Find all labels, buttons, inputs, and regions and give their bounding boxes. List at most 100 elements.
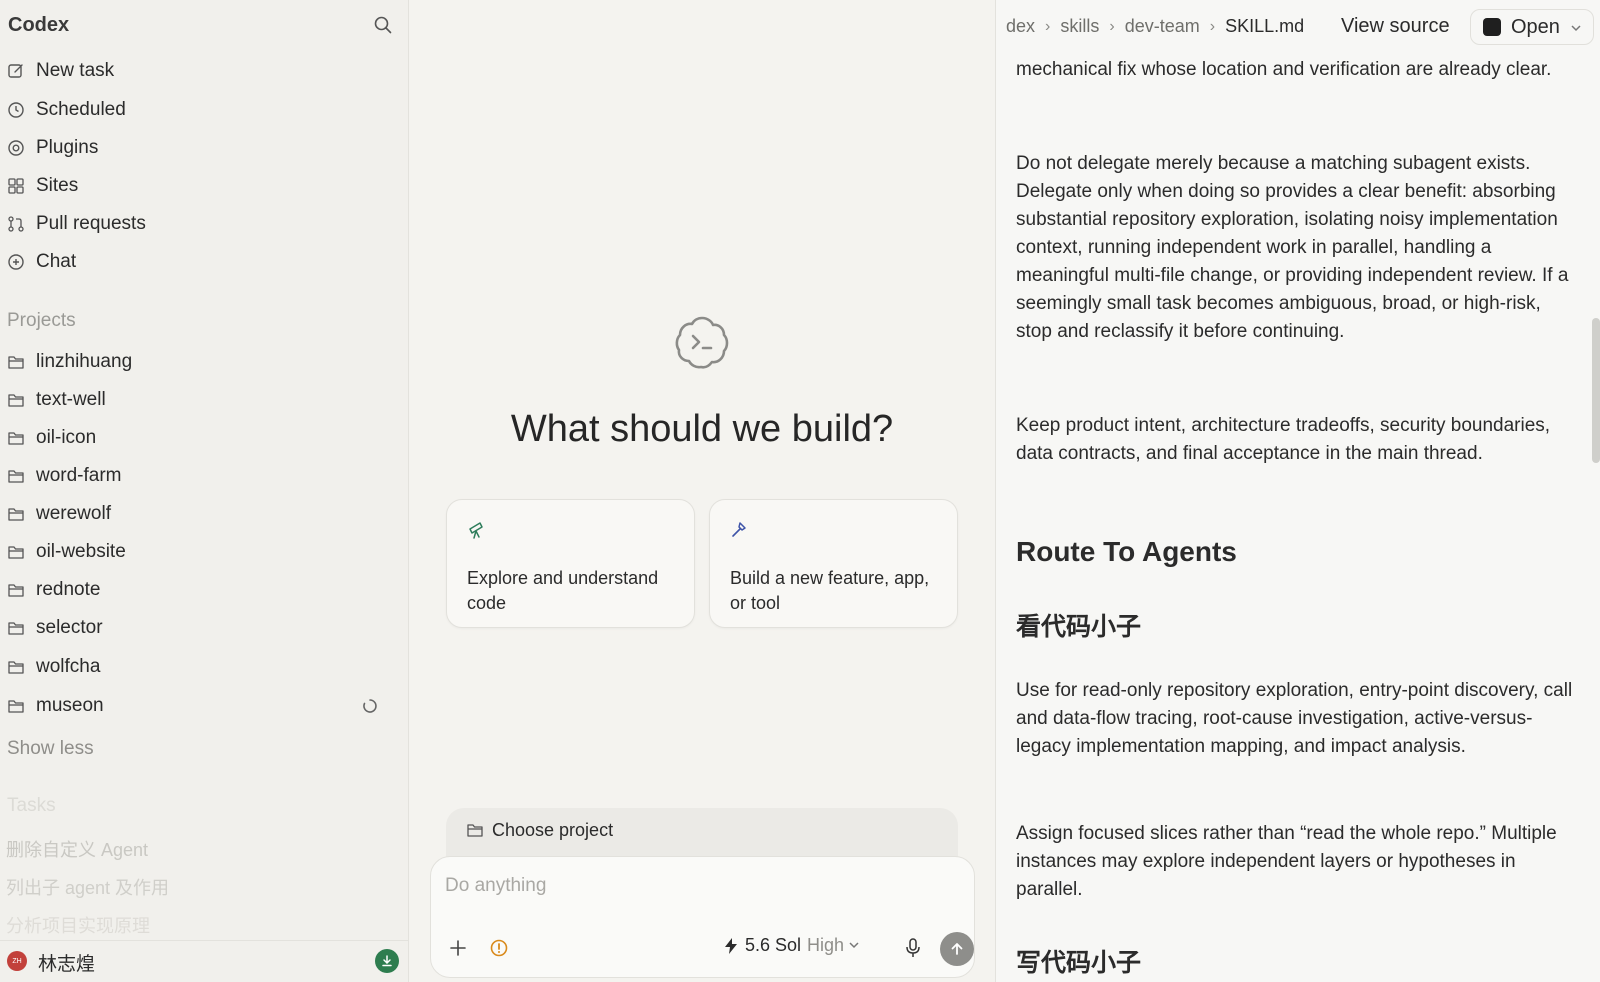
project-item[interactable]: museon [6,689,396,723]
search-icon[interactable] [372,14,394,36]
clock-icon [6,100,26,120]
chat-plus-icon [6,252,26,272]
folder-icon [6,657,26,677]
folder-icon [6,618,26,638]
loading-spinner-icon [362,698,378,714]
alert-icon[interactable] [489,938,509,958]
nav-new-task[interactable]: New task [6,54,396,88]
at-icon [6,138,26,158]
task-item[interactable]: 列出子 agent 及作用 [6,874,169,900]
model-name: 5.6 Sol [745,935,802,955]
hero-title: What should we build? [510,408,894,450]
microphone-icon[interactable] [903,937,923,959]
bolt-icon [723,937,739,955]
composer: 5.6 Sol High [430,856,975,978]
chevron-right-icon: › [1109,17,1115,35]
breadcrumb-item[interactable]: skills [1060,16,1099,37]
card-label: Build a new feature, app, or tool [730,568,930,613]
chevron-right-icon: › [1209,17,1216,35]
plus-icon[interactable] [447,937,469,959]
tasks-section-label: Tasks [7,795,56,816]
project-item[interactable]: oil-icon [6,421,396,455]
folder-icon [6,542,26,562]
nav-label: Plugins [36,137,99,158]
view-source-button[interactable]: View source [1341,15,1450,38]
doc-paragraph: Keep product intent, architecture tradeo… [1016,415,1551,464]
nav-scheduled[interactable]: Scheduled [6,93,396,127]
folder-icon [6,428,26,448]
breadcrumb: dex › skills › dev-team › SKILL.md [1006,16,1304,37]
folder-icon [466,822,484,840]
model-selector[interactable]: 5.6 Sol High [723,935,860,956]
project-item[interactable]: selector [6,611,396,645]
doc-toolbar: dex › skills › dev-team › SKILL.md View … [996,0,1600,52]
folder-icon [6,580,26,600]
project-label: oil-website [36,541,126,562]
task-item[interactable]: 分析项目实现原理 [6,912,150,938]
arrow-up-icon [951,943,963,955]
download-icon[interactable] [375,949,399,973]
breadcrumb-item[interactable]: dex [1006,16,1035,37]
folder-icon [6,466,26,486]
project-item[interactable]: word-farm [6,459,396,493]
project-label: wolfcha [36,656,101,677]
project-label: linzhihuang [36,351,133,372]
breadcrumb-current: SKILL.md [1225,16,1305,36]
chevron-right-icon: › [1045,17,1051,35]
doc-paragraph: Use for read-only repository exploration… [1016,680,1573,757]
scrollbar[interactable] [1592,318,1600,463]
project-label: rednote [36,579,101,600]
project-item[interactable]: linzhihuang [6,345,396,379]
doc-subheading: 看代码小子 [1016,612,1142,641]
suggestion-card-explore[interactable]: Explore and understand code [446,499,695,628]
project-item[interactable]: oil-website [6,535,396,569]
sidebar-header: Codex [8,10,400,40]
edit-icon [6,61,26,81]
skill-doc-panel: dex › skills › dev-team › SKILL.md View … [995,0,1600,982]
task-item[interactable]: 删除自定义 Agent [6,836,148,862]
project-label: oil-icon [36,427,97,448]
breadcrumb-item[interactable]: dev-team [1125,16,1200,37]
app-icon [1483,18,1501,36]
card-label: Explore and understand code [467,568,659,613]
open-in-app-button[interactable]: Open [1470,9,1594,45]
project-label: word-farm [36,465,122,486]
doc-paragraph: Assign focused slices rather than “read … [1016,823,1557,900]
user-footer[interactable]: ZH 林志煌 [0,940,409,982]
send-button[interactable] [940,932,974,966]
prompt-input[interactable] [445,871,945,901]
avatar: ZH [7,951,27,971]
nav-plugins[interactable]: Plugins [6,131,396,165]
hammer-icon [730,520,750,540]
grid-icon [6,176,26,196]
project-label: museon [36,695,104,716]
main-panel: What should we build? Explore and unders… [410,0,994,982]
codex-logo-icon [672,312,732,372]
folder-icon [6,352,26,372]
project-label: text-well [36,389,106,410]
sidebar: Codex New task Scheduled Plugins Sites P… [0,0,409,982]
username: 林志煌 [38,954,96,975]
nav-label: Scheduled [36,99,126,120]
doc-heading: Route To Agents [1016,536,1237,567]
nav-pull-requests[interactable]: Pull requests [6,207,396,241]
project-item[interactable]: werewolf [6,497,396,531]
suggestion-card-build[interactable]: Build a new feature, app, or tool [709,499,958,628]
project-label: werewolf [36,503,111,524]
choose-project-label: Choose project [492,820,614,840]
doc-subheading: 写代码小子 [1016,948,1142,977]
nav-label: Pull requests [36,213,146,234]
folder-icon [6,390,26,410]
folder-icon [6,696,26,716]
show-less-toggle[interactable]: Show less [7,738,94,760]
chevron-down-icon [1570,21,1582,33]
nav-label: Chat [36,251,77,272]
projects-section-label: Projects [7,310,76,331]
project-item[interactable]: text-well [6,383,396,417]
project-item[interactable]: rednote [6,573,396,607]
project-item[interactable]: wolfcha [6,650,396,684]
project-label: selector [36,617,103,638]
nav-chat[interactable]: Chat [6,245,396,279]
folder-icon [6,504,26,524]
nav-sites[interactable]: Sites [6,169,396,203]
